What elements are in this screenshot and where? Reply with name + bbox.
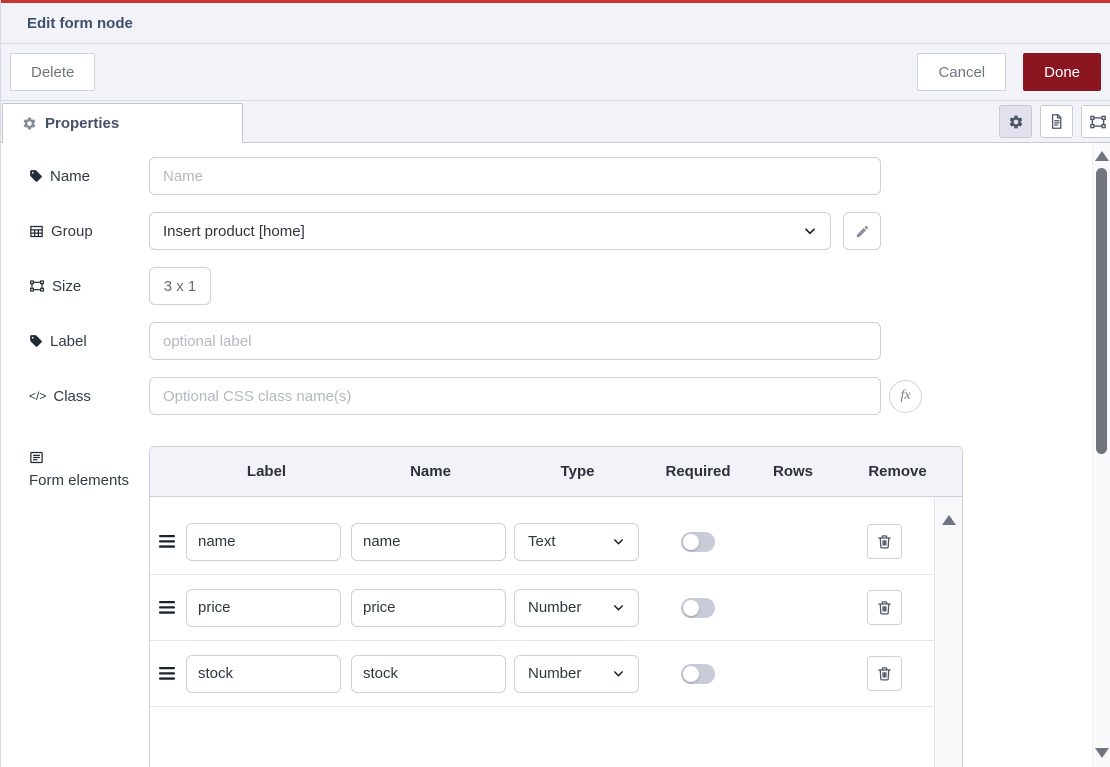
properties-panel: Name Group Insert product [home] (1, 143, 1110, 767)
remove-element-button[interactable] (867, 590, 902, 625)
tab-properties[interactable]: Properties (2, 103, 243, 143)
name-field-label: Name (29, 168, 149, 185)
form-elements-row: Form elements Label Name Type Required R… (29, 432, 1110, 767)
column-header-label: Label (184, 463, 349, 480)
tab-icon-toolbar (999, 105, 1110, 138)
label-input[interactable] (149, 322, 881, 360)
element-type-select[interactable]: Text (514, 523, 639, 561)
group-row: Group Insert product [home] (29, 212, 1110, 250)
appearance-icon (1089, 113, 1107, 131)
element-name-input[interactable] (351, 523, 506, 561)
dialog-actions: Cancel Done (917, 53, 1101, 91)
object-group-icon (29, 278, 45, 294)
fx-icon: fx (900, 388, 910, 404)
dialog-button-bar: Delete Cancel Done (1, 44, 1110, 101)
grip-icon (159, 534, 175, 549)
element-name-input[interactable] (351, 589, 506, 627)
required-toggle[interactable] (681, 598, 715, 618)
chevron-down-icon (612, 601, 625, 614)
size-button[interactable]: 3 x 1 (149, 267, 211, 305)
group-field-label: Group (29, 223, 149, 240)
required-toggle[interactable] (681, 664, 715, 684)
group-select-value: Insert product [home] (163, 223, 305, 240)
element-row-stock: Number (150, 641, 935, 707)
drag-handle[interactable] (150, 534, 184, 549)
grip-icon (159, 600, 175, 615)
remove-element-button[interactable] (867, 524, 902, 559)
size-field-label: Size (29, 278, 149, 295)
trash-icon (876, 599, 893, 616)
tab-properties-label: Properties (45, 115, 119, 132)
grip-icon (159, 666, 175, 681)
element-row-name: Text (150, 509, 935, 575)
size-row: Size 3 x 1 (29, 267, 1110, 305)
column-header-required: Required (643, 463, 753, 480)
drag-handle[interactable] (150, 666, 184, 681)
form-elements-table: Label Name Type Required Rows Remove (149, 446, 963, 767)
group-select[interactable]: Insert product [home] (149, 212, 831, 250)
element-label-input[interactable] (186, 589, 341, 627)
done-button[interactable]: Done (1023, 53, 1101, 91)
dialog-title: Edit form node (27, 15, 133, 32)
class-row: </> Class fx (29, 377, 1110, 415)
document-icon (1048, 113, 1065, 130)
label-row: Label (29, 322, 1110, 360)
table-scrollbar[interactable] (934, 497, 962, 767)
edit-form-node-dialog: Edit form node Delete Cancel Done Proper… (0, 0, 1110, 767)
trash-icon (876, 533, 893, 550)
remove-element-button[interactable] (867, 656, 902, 691)
fx-expression-button[interactable]: fx (889, 380, 922, 413)
tag-icon (29, 334, 43, 348)
form-elements-table-header: Label Name Type Required Rows Remove (150, 447, 962, 497)
form-elements-table-body: Text (150, 497, 962, 767)
column-header-type: Type (512, 463, 643, 480)
tab-bar: Properties (1, 101, 1110, 143)
drag-handle[interactable] (150, 600, 184, 615)
cancel-button[interactable]: Cancel (917, 53, 1006, 91)
scrollbar-thumb[interactable] (1096, 168, 1107, 454)
element-row-price: Number (150, 575, 935, 641)
element-name-input[interactable] (351, 655, 506, 693)
form-elements-field-label: Form elements (29, 450, 149, 489)
element-type-select[interactable]: Number (514, 655, 639, 693)
column-header-name: Name (349, 463, 512, 480)
class-field-label: </> Class (29, 388, 149, 405)
scroll-down-arrow-icon[interactable] (1095, 748, 1109, 758)
label-field-label: Label (29, 333, 149, 350)
class-input[interactable] (149, 377, 881, 415)
chevron-down-icon (612, 667, 625, 680)
edit-group-button[interactable] (843, 212, 881, 250)
table-icon (29, 224, 44, 239)
trash-icon (876, 665, 893, 682)
scroll-up-arrow-icon[interactable] (1095, 151, 1109, 161)
name-row: Name (29, 157, 1110, 195)
scroll-up-arrow-icon[interactable] (942, 515, 956, 525)
form-icon (29, 450, 44, 465)
gear-icon (22, 116, 37, 131)
tag-icon (29, 169, 43, 183)
column-header-remove: Remove (833, 463, 962, 480)
chevron-down-icon (612, 535, 625, 548)
properties-gear-button[interactable] (999, 105, 1032, 138)
delete-button[interactable]: Delete (10, 53, 95, 91)
pencil-icon (855, 224, 870, 239)
dialog-scrollbar[interactable] (1092, 143, 1110, 767)
code-icon: </> (29, 389, 46, 403)
element-label-input[interactable] (186, 655, 341, 693)
required-toggle[interactable] (681, 532, 715, 552)
element-label-input[interactable] (186, 523, 341, 561)
column-header-rows: Rows (753, 463, 833, 480)
appearance-button[interactable] (1081, 105, 1110, 138)
description-button[interactable] (1040, 105, 1073, 138)
dialog-header: Edit form node (1, 3, 1110, 44)
element-type-select[interactable]: Number (514, 589, 639, 627)
chevron-down-icon (803, 224, 817, 238)
name-input[interactable] (149, 157, 881, 195)
gear-icon (1008, 114, 1024, 130)
